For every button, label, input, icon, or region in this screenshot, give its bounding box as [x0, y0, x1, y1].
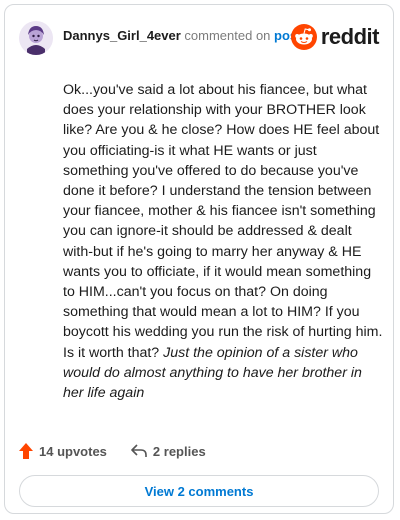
upvote-button[interactable]: 14 upvotes — [19, 443, 107, 459]
avatar-image-icon — [19, 21, 53, 55]
comment-meta: Dannys_Girl_4ever commented on post — [63, 28, 302, 43]
comment-card: Dannys_Girl_4ever commented on post redd… — [4, 4, 394, 514]
replies-button[interactable]: 2 replies — [131, 444, 206, 459]
comment-text: Ok...you've said a lot about his fiancee… — [63, 82, 383, 361]
comment-header: Dannys_Girl_4ever commented on post redd… — [19, 15, 380, 61]
username-link[interactable]: Dannys_Girl_4ever — [63, 28, 181, 43]
upvote-arrow-icon — [19, 443, 33, 459]
upvote-count: 14 upvotes — [39, 443, 107, 459]
reddit-logo-icon — [290, 24, 317, 50]
comment-body: Ok...you've said a lot about his fiancee… — [63, 80, 383, 403]
reddit-logo[interactable]: reddit — [290, 23, 380, 51]
reply-arrow-icon — [131, 444, 147, 457]
action-text: commented on — [184, 28, 271, 43]
avatar[interactable] — [19, 21, 53, 55]
reply-count: 2 replies — [152, 443, 206, 459]
reddit-wordmark: reddit — [320, 24, 380, 49]
view-comments-button[interactable]: View 2 comments — [19, 475, 379, 507]
comment-footer: 14 upvotes 2 replies — [19, 439, 379, 463]
